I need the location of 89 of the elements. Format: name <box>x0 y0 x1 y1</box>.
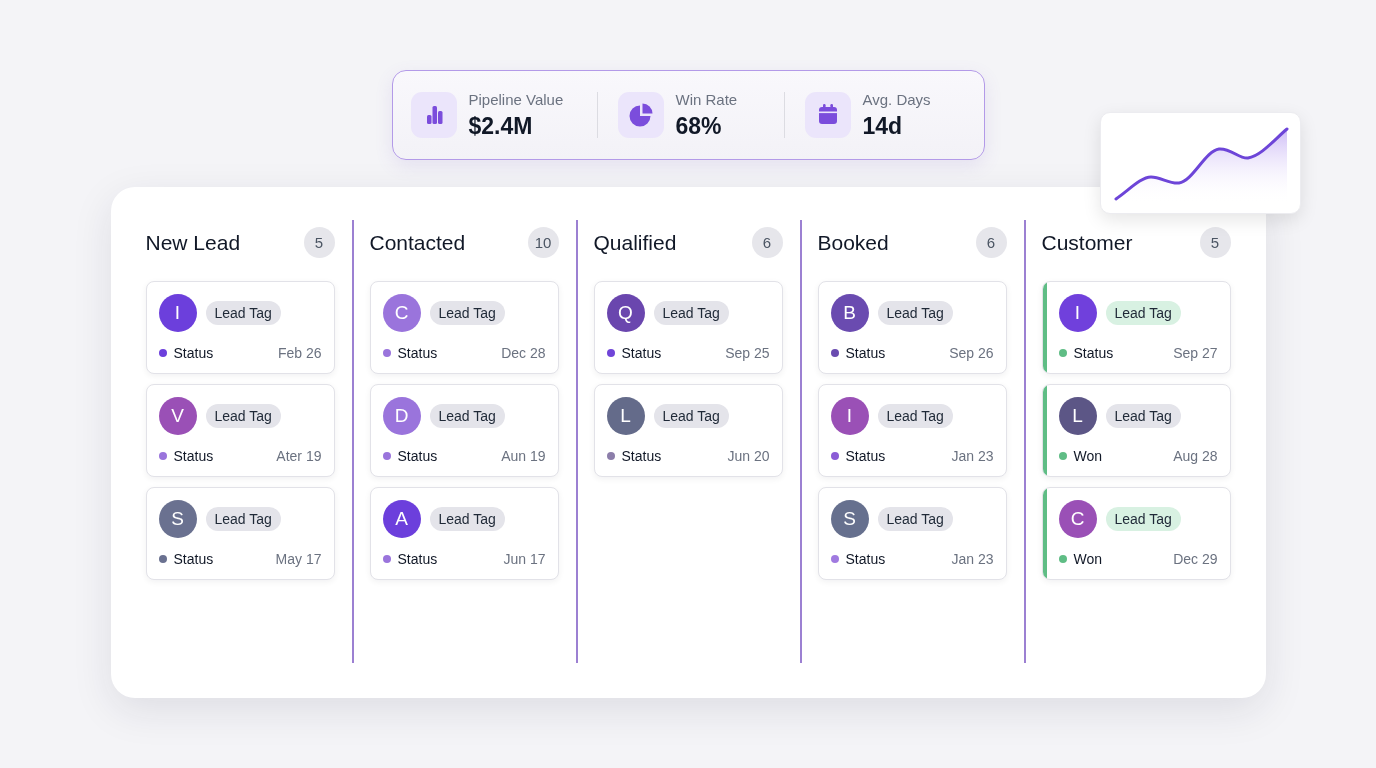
lead-tag: Lead Tag <box>429 404 505 428</box>
lead-card[interactable]: V Lead Tag Status Ater 19 <box>145 384 335 477</box>
lead-card[interactable]: D Lead Tag Status Aun 19 <box>369 384 559 477</box>
lead-card[interactable]: C Lead Tag Won Dec 29 <box>1041 487 1231 580</box>
lead-card[interactable]: B Lead Tag Status Sep 26 <box>817 281 1007 374</box>
lead-card[interactable]: A Lead Tag Status Jun 17 <box>369 487 559 580</box>
lead-tag: Lead Tag <box>653 404 729 428</box>
lead-tag: Lead Tag <box>1105 507 1181 531</box>
status-label: Status <box>397 447 438 464</box>
count-badge: 5 <box>1199 227 1231 258</box>
status-label: Won <box>1073 447 1103 464</box>
bar-chart-icon <box>410 92 457 138</box>
date-label: May 17 <box>275 550 322 567</box>
count-badge: 5 <box>303 227 335 258</box>
lead-tag: Lead Tag <box>1105 301 1181 325</box>
status-label: Status <box>397 550 438 567</box>
date-label: Dec 29 <box>1173 550 1218 567</box>
column-title: Contacted <box>369 230 466 255</box>
lead-tag: Lead Tag <box>429 507 505 531</box>
avatar: C <box>382 294 421 332</box>
status-label: Status <box>1073 344 1114 361</box>
lead-card[interactable]: I Lead Tag Status Feb 26 <box>145 281 335 374</box>
avatar: S <box>830 500 869 538</box>
count-badge: 6 <box>751 227 783 258</box>
date-label: Sep 26 <box>949 344 994 361</box>
avatar: I <box>158 294 197 332</box>
column-title: Qualified <box>593 230 677 255</box>
lead-tag: Lead Tag <box>429 301 505 325</box>
avatar: S <box>158 500 197 538</box>
date-label: Feb 26 <box>277 344 322 361</box>
calendar-icon <box>804 92 851 138</box>
lead-tag: Lead Tag <box>877 301 953 325</box>
lead-tag: Lead Tag <box>1105 404 1181 428</box>
status-label: Won <box>1073 550 1103 567</box>
status-label: Status <box>845 447 886 464</box>
avatar: L <box>606 397 645 435</box>
date-label: Aun 19 <box>501 447 546 464</box>
stat-label: Avg. Days <box>862 91 931 109</box>
lead-card[interactable]: I Lead Tag Status Sep 27 <box>1041 281 1231 374</box>
avatar: D <box>382 397 421 435</box>
lead-card[interactable]: L Lead Tag Status Jun 20 <box>593 384 783 477</box>
lead-card[interactable]: L Lead Tag Won Aug 28 <box>1041 384 1231 477</box>
lead-card[interactable]: C Lead Tag Status Dec 28 <box>369 281 559 374</box>
date-label: Ater 19 <box>276 447 322 464</box>
column-title: Booked <box>817 230 889 255</box>
lead-card[interactable]: I Lead Tag Status Jan 23 <box>817 384 1007 477</box>
lead-tag: Lead Tag <box>205 507 281 531</box>
lead-card[interactable]: S Lead Tag Status May 17 <box>145 487 335 580</box>
stat-value: $2.4M <box>468 114 534 139</box>
lead-card[interactable]: S Lead Tag Status Jan 23 <box>817 487 1007 580</box>
avatar: I <box>830 397 869 435</box>
date-label: Sep 27 <box>1173 344 1218 361</box>
status-label: Status <box>621 447 662 464</box>
pie-chart-icon <box>617 92 664 138</box>
count-badge: 10 <box>527 227 559 258</box>
status-label: Status <box>621 344 662 361</box>
date-label: Jun 20 <box>727 447 770 464</box>
date-label: Aug 28 <box>1173 447 1218 464</box>
avatar: B <box>830 294 869 332</box>
avatar: C <box>1058 500 1097 538</box>
status-label: Status <box>845 344 886 361</box>
avatar: Q <box>606 294 645 332</box>
column-title: Customer <box>1041 230 1133 255</box>
lead-card[interactable]: Q Lead Tag Status Sep 25 <box>593 281 783 374</box>
avatar: L <box>1058 397 1097 435</box>
lead-tag: Lead Tag <box>653 301 729 325</box>
avatar: I <box>1058 294 1097 332</box>
status-label: Status <box>173 344 214 361</box>
lead-tag: Lead Tag <box>205 404 281 428</box>
date-label: Dec 28 <box>501 344 546 361</box>
date-label: Jun 17 <box>503 550 546 567</box>
status-label: Status <box>173 550 214 567</box>
date-label: Jan 23 <box>951 447 994 464</box>
lead-tag: Lead Tag <box>877 507 953 531</box>
date-label: Sep 25 <box>725 344 770 361</box>
column-title: New Lead <box>145 230 241 255</box>
lead-tag: Lead Tag <box>205 301 281 325</box>
stat-label: Pipeline Value <box>468 91 564 109</box>
count-badge: 6 <box>975 227 1007 258</box>
stat-value: 14d <box>862 114 904 139</box>
lead-tag: Lead Tag <box>877 404 953 428</box>
stat-label: Win Rate <box>675 91 738 109</box>
status-label: Status <box>173 447 214 464</box>
avatar: A <box>382 500 421 538</box>
status-label: Status <box>397 344 438 361</box>
stat-value: 68% <box>675 114 723 139</box>
status-label: Status <box>845 550 886 567</box>
avatar: V <box>158 397 197 435</box>
date-label: Jan 23 <box>951 550 994 567</box>
